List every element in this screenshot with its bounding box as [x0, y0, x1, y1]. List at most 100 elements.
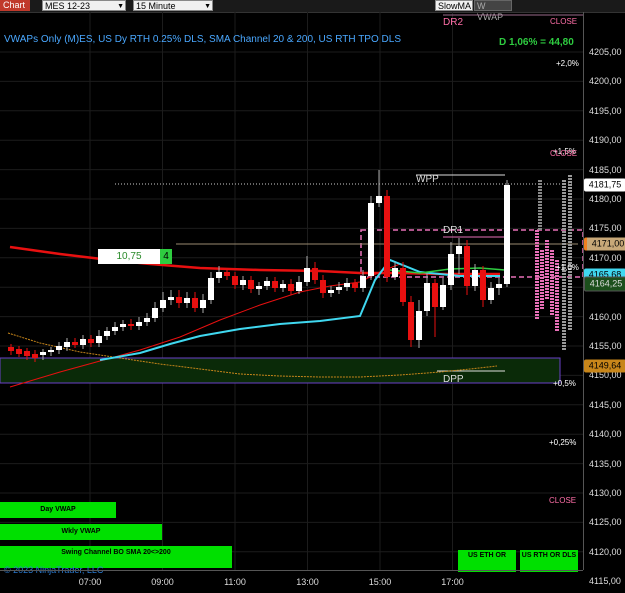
price-tick-label: 4140,00 [589, 429, 622, 440]
price-tick-label: 4180,00 [589, 194, 622, 204]
tpo-block [568, 283, 572, 285]
tpo-block [555, 275, 559, 277]
candle-body [72, 342, 78, 345]
interval-selector[interactable]: 15 Minute ▼ [133, 0, 213, 11]
tpo-block [562, 330, 566, 332]
candle-body [424, 283, 430, 311]
tpo-block [540, 304, 544, 306]
tpo-block [550, 274, 554, 276]
tpo-block [568, 316, 572, 318]
tpo-block [535, 242, 539, 244]
tpo-block [562, 312, 566, 314]
tpo-block [568, 211, 572, 213]
percent-label-0-25: +0,25% [549, 438, 577, 447]
tpo-block [568, 193, 572, 195]
tpo-block [562, 189, 566, 191]
tpo-block [540, 253, 544, 255]
tpo-block [538, 213, 542, 215]
price-tick-label: 4170,00 [589, 252, 622, 263]
chart-tab[interactable]: Chart [0, 0, 30, 11]
candle-body [256, 286, 262, 289]
tpo-block [568, 226, 572, 228]
candle-body [408, 302, 414, 340]
candle-body [144, 318, 150, 322]
candle-body [24, 351, 30, 356]
tpo-block [555, 293, 559, 295]
tpo-block [555, 284, 559, 286]
candle-body [384, 196, 390, 277]
price-axis[interactable]: 4205,00 4200,00 4195,00 4190,00 4185,00 4180,… [583, 12, 625, 586]
candle-body [64, 342, 70, 347]
tpo-block [540, 286, 544, 288]
tpo-block [535, 302, 539, 304]
close-label: CLOSE [550, 149, 578, 158]
candle-body [400, 268, 406, 302]
tpo-block [535, 248, 539, 250]
day-vwap-button[interactable]: Day VWAP [0, 502, 116, 518]
price-tick-label: 4130,00 [589, 488, 622, 498]
candle-body [208, 278, 214, 300]
tpo-block [540, 280, 544, 282]
tpo-block [550, 265, 554, 267]
tpo-block [568, 217, 572, 219]
tpo-block [535, 311, 539, 313]
tpo-block [568, 196, 572, 198]
tpo-block [550, 277, 554, 279]
tpo-block [535, 236, 539, 238]
tpo-block [562, 318, 566, 320]
candle-body [312, 268, 318, 280]
tpo-block [562, 234, 566, 236]
tpo-block [562, 219, 566, 221]
tpo-block [562, 198, 566, 200]
interval-value: 15 Minute [136, 1, 176, 11]
wpp-label: WPP [416, 174, 439, 185]
tpo-block [562, 345, 566, 347]
tpo-block [562, 324, 566, 326]
tpo-block [545, 285, 549, 287]
tpo-block [538, 192, 542, 194]
tpo-block [562, 297, 566, 299]
candle-body [48, 350, 54, 352]
tpo-block [562, 258, 566, 260]
wkly-vwap-button[interactable]: Wkly VWAP [0, 524, 162, 540]
tpo-block [568, 175, 572, 177]
tpo-block [545, 243, 549, 245]
tpo-block [550, 250, 554, 252]
tpo-block [568, 232, 572, 234]
tpo-block [540, 277, 544, 279]
tpo-block [538, 186, 542, 188]
tpo-block [568, 223, 572, 225]
candle-body [280, 284, 286, 288]
instrument-selector[interactable]: MES 12-23 ▼ [42, 0, 126, 11]
tpo-block [545, 240, 549, 242]
us-eth-or-button[interactable]: US ETH OR [458, 550, 516, 572]
candle-body [136, 322, 142, 326]
tpo-block [562, 237, 566, 239]
wvwap-button[interactable]: W VWAP [474, 0, 512, 22]
tpo-block [535, 284, 539, 286]
tpo-block [538, 207, 542, 209]
tpo-block [535, 317, 539, 319]
price-tick-label: 4125,00 [589, 517, 622, 528]
candle-body [96, 336, 102, 343]
time-axis[interactable]: 07:00 09:00 11:00 13:00 15:00 17:00 [0, 570, 583, 593]
tpo-block [535, 251, 539, 253]
candle-body [184, 298, 190, 303]
candle-body [120, 324, 126, 327]
chart-plot-area[interactable]: VWAPs Only (M)ES, US Dy RTH 0.25% DLS, S… [0, 12, 584, 582]
tpo-block [562, 285, 566, 287]
price-tick-label: 4120,00 [589, 546, 622, 557]
tpo-block [568, 313, 572, 315]
tpo-block [562, 342, 566, 344]
candle-body [488, 288, 494, 300]
tpo-block [535, 239, 539, 241]
tpo-block [535, 275, 539, 277]
time-tick-label: 15:00 [368, 577, 392, 587]
candle-body [216, 272, 222, 278]
tpo-block [538, 204, 542, 206]
tpo-block [562, 228, 566, 230]
candle-body [416, 311, 422, 340]
slowma-button[interactable]: SlowMA [435, 0, 473, 11]
percent-label-0-5: +0,5% [553, 379, 576, 388]
us-rth-or-dls-button[interactable]: US RTH OR DLS [520, 550, 578, 572]
